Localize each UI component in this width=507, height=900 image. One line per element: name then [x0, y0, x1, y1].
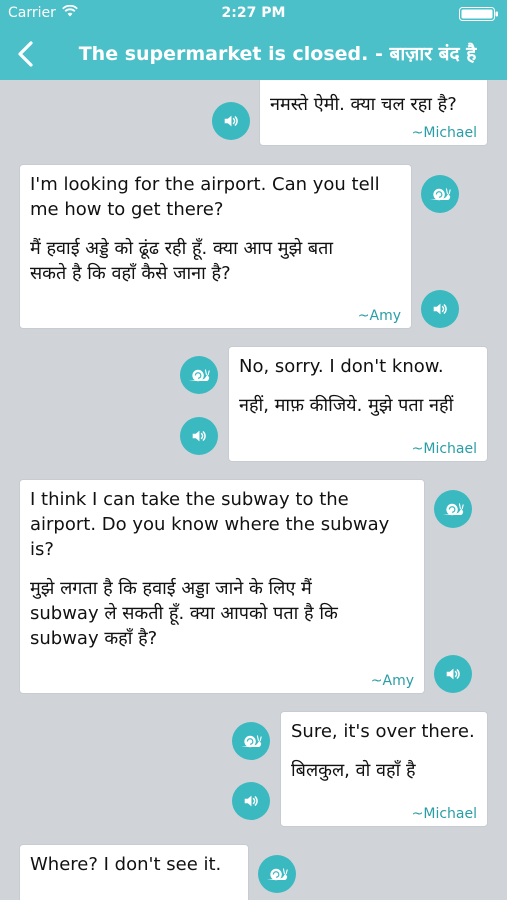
- message-author: ~Michael: [411, 441, 477, 457]
- play-audio-button[interactable]: [434, 655, 472, 693]
- status-bar: Carrier 2:27 PM: [0, 0, 507, 28]
- message-english: I think I can take the subway to the air…: [30, 489, 390, 560]
- play-audio-button[interactable]: [212, 102, 250, 140]
- snail-icon: [441, 500, 465, 519]
- speaker-icon: [190, 427, 208, 445]
- speaker-icon: [444, 665, 462, 683]
- message-hindi: नहीं, माफ़ कीजिये. मुझे पता नहीं: [239, 395, 454, 416]
- navigation-bar: The supermarket is closed. - बाज़ार बंद …: [0, 28, 507, 80]
- message-english: I'm looking for the airport. Can you tel…: [30, 174, 380, 220]
- page-title: The supermarket is closed. - बाज़ार बंद …: [78, 43, 477, 65]
- back-button[interactable]: [10, 36, 40, 72]
- message-bubble-amy: I'm looking for the airport. Can you tel…: [19, 164, 412, 329]
- message-hindi: मैं हवाई अड्डे को ढूंढ रही हूँ. क्या आप …: [30, 238, 334, 284]
- message-hindi: बिलकुल, वो वहाँ है: [291, 760, 416, 781]
- message-bubble-amy: Where? I don't see it.: [19, 844, 249, 900]
- play-audio-button[interactable]: [232, 782, 270, 820]
- message-english: Sure, it's over there.: [291, 721, 475, 742]
- snail-icon: [265, 865, 289, 884]
- play-audio-button[interactable]: [180, 417, 218, 455]
- message-author: ~Amy: [370, 673, 414, 689]
- message-bubble-amy: I think I can take the subway to the air…: [19, 479, 425, 694]
- speaker-icon: [431, 300, 449, 318]
- speaker-icon: [242, 792, 260, 810]
- clock: 2:27 PM: [221, 5, 286, 21]
- message-author: ~Amy: [357, 308, 401, 324]
- message-bubble-michael: नमस्ते ऐमी. क्या चल रहा है? ~Michael: [259, 80, 488, 146]
- slow-audio-button[interactable]: [434, 490, 472, 528]
- message-hindi: मुझे लगता है कि हवाई अड्डा जाने के लिए म…: [30, 578, 338, 649]
- message-english: Where? I don't see it.: [30, 854, 222, 875]
- snail-icon: [428, 185, 452, 204]
- slow-audio-button[interactable]: [180, 356, 218, 394]
- message-english: No, sorry. I don't know.: [239, 356, 444, 377]
- slow-audio-button[interactable]: [421, 175, 459, 213]
- message-bubble-michael: No, sorry. I don't know. नहीं, माफ़ कीजि…: [228, 346, 488, 462]
- slow-audio-button[interactable]: [258, 855, 296, 893]
- slow-audio-button[interactable]: [232, 722, 270, 760]
- snail-icon: [187, 366, 211, 385]
- message-author: ~Michael: [411, 806, 477, 822]
- message-hindi: नमस्ते ऐमी. क्या चल रहा है?: [270, 94, 457, 115]
- conversation: नमस्ते ऐमी. क्या चल रहा है? ~Michael I'm…: [0, 80, 507, 900]
- message-author: ~Michael: [411, 125, 477, 141]
- speaker-icon: [222, 112, 240, 130]
- play-audio-button[interactable]: [421, 290, 459, 328]
- battery-icon: [459, 7, 499, 21]
- top-bar: Carrier 2:27 PM The supermarket is close…: [0, 0, 507, 80]
- message-bubble-michael: Sure, it's over there. बिलकुल, वो वहाँ ह…: [280, 711, 488, 827]
- snail-icon: [239, 732, 263, 751]
- chevron-left-icon: [18, 41, 33, 67]
